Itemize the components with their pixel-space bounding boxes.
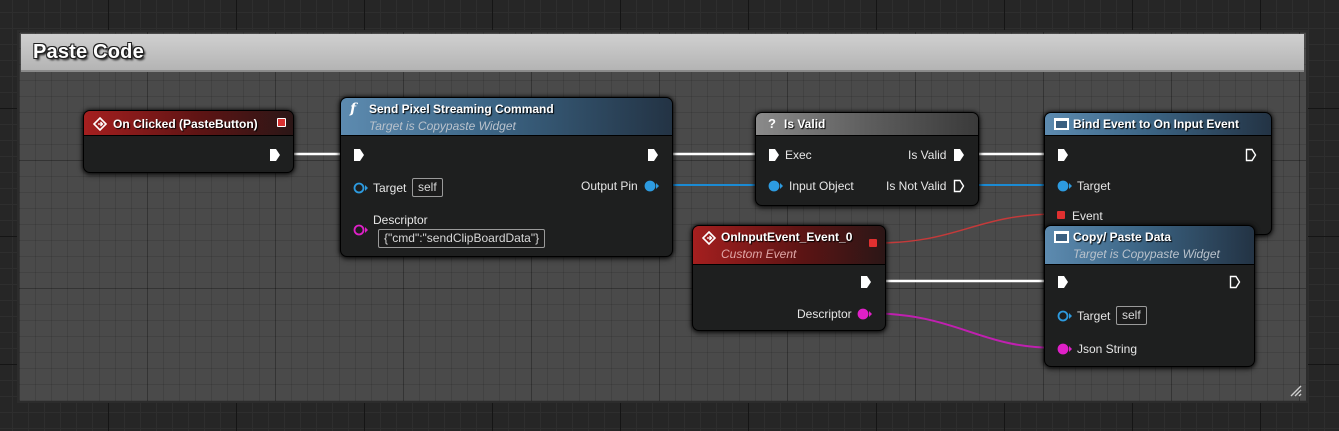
node-title: OnInputEvent_Event_0 (721, 230, 853, 244)
exec-out-pin-icon[interactable] (1245, 148, 1257, 162)
exec-out-pin-icon[interactable] (647, 148, 659, 162)
function-icon (1054, 231, 1069, 243)
target-pin-icon[interactable] (353, 182, 369, 194)
target-pin-icon[interactable] (1057, 180, 1073, 192)
is-valid-exec-pin-icon[interactable] (953, 148, 965, 162)
descriptor-value-field[interactable]: {"cmd":"sendClipBoardData"} (378, 229, 546, 248)
exec-pin-label: Exec (785, 148, 812, 162)
target-value-field[interactable]: self (412, 178, 443, 197)
event-icon (93, 117, 107, 131)
node-title: On Clicked (PasteButton) (113, 117, 258, 131)
is-not-valid-exec-pin-icon[interactable] (953, 179, 965, 193)
descriptor-pin-label: Descriptor (373, 213, 428, 227)
node-title: Copy/ Paste Data (1073, 230, 1172, 244)
output-pin-icon[interactable] (644, 180, 660, 192)
question-icon: ? (768, 116, 776, 131)
node-bind-event[interactable]: Bind Event to On Input Event Target Even… (1044, 112, 1272, 235)
json-string-pin-label: Json String (1077, 342, 1138, 356)
node-on-input-event[interactable]: OnInputEvent_Event_0 Custom Event Descri… (692, 225, 886, 331)
node-is-valid[interactable]: ? Is Valid Exec Input Object Is Valid Is… (755, 112, 979, 206)
target-pin-icon[interactable] (1057, 310, 1073, 322)
target-value-field[interactable]: self (1116, 306, 1147, 325)
resize-grip-icon[interactable] (1288, 383, 1302, 397)
is-not-valid-pin-label: Is Not Valid (886, 179, 947, 193)
target-pin-label: Target (1077, 309, 1111, 323)
node-title: Bind Event to On Input Event (1073, 117, 1239, 131)
function-icon: f (350, 101, 357, 117)
descriptor-pin-label: Descriptor (797, 307, 852, 321)
is-valid-pin-label: Is Valid (908, 148, 947, 162)
comment-title: Paste Code (33, 41, 144, 63)
exec-out-pin-icon[interactable] (860, 275, 872, 289)
node-send-pixel-streaming-command[interactable]: f Send Pixel Streaming Command Target is… (340, 97, 673, 257)
input-object-pin-label: Input Object (789, 179, 854, 193)
node-copy-paste-data[interactable]: Copy/ Paste Data Target is Copypaste Wid… (1044, 225, 1255, 367)
descriptor-pin-icon[interactable] (353, 224, 369, 236)
node-on-clicked[interactable]: On Clicked (PasteButton) (83, 110, 294, 173)
event-pin-icon[interactable] (1057, 211, 1065, 219)
input-object-pin-icon[interactable] (768, 180, 784, 192)
event-pin-label: Event (1072, 209, 1103, 223)
json-string-pin-icon[interactable] (1057, 343, 1073, 355)
node-subtitle: Target is Copypaste Widget (369, 119, 516, 133)
exec-in-pin-icon[interactable] (768, 148, 780, 162)
node-title: Is Valid (784, 117, 826, 131)
comment-header[interactable]: Paste Code (21, 34, 1304, 72)
exec-in-pin-icon[interactable] (353, 148, 365, 162)
node-subtitle: Custom Event (721, 247, 797, 261)
exec-out-pin-icon[interactable] (269, 148, 281, 162)
output-pin-label: Output Pin (581, 179, 638, 193)
exec-in-pin-icon[interactable] (1057, 148, 1069, 162)
event-icon (702, 231, 716, 245)
descriptor-pin-icon[interactable] (857, 308, 873, 320)
delegate-pin-icon[interactable] (277, 118, 286, 127)
delegate-pin-icon[interactable] (869, 239, 877, 247)
node-subtitle: Target is Copypaste Widget (1073, 247, 1220, 261)
target-pin-label: Target (373, 181, 407, 195)
exec-out-pin-icon[interactable] (1229, 275, 1241, 289)
bind-event-icon (1054, 118, 1069, 130)
target-pin-label: Target (1077, 179, 1111, 193)
exec-in-pin-icon[interactable] (1057, 275, 1069, 289)
node-title: Send Pixel Streaming Command (369, 102, 554, 116)
